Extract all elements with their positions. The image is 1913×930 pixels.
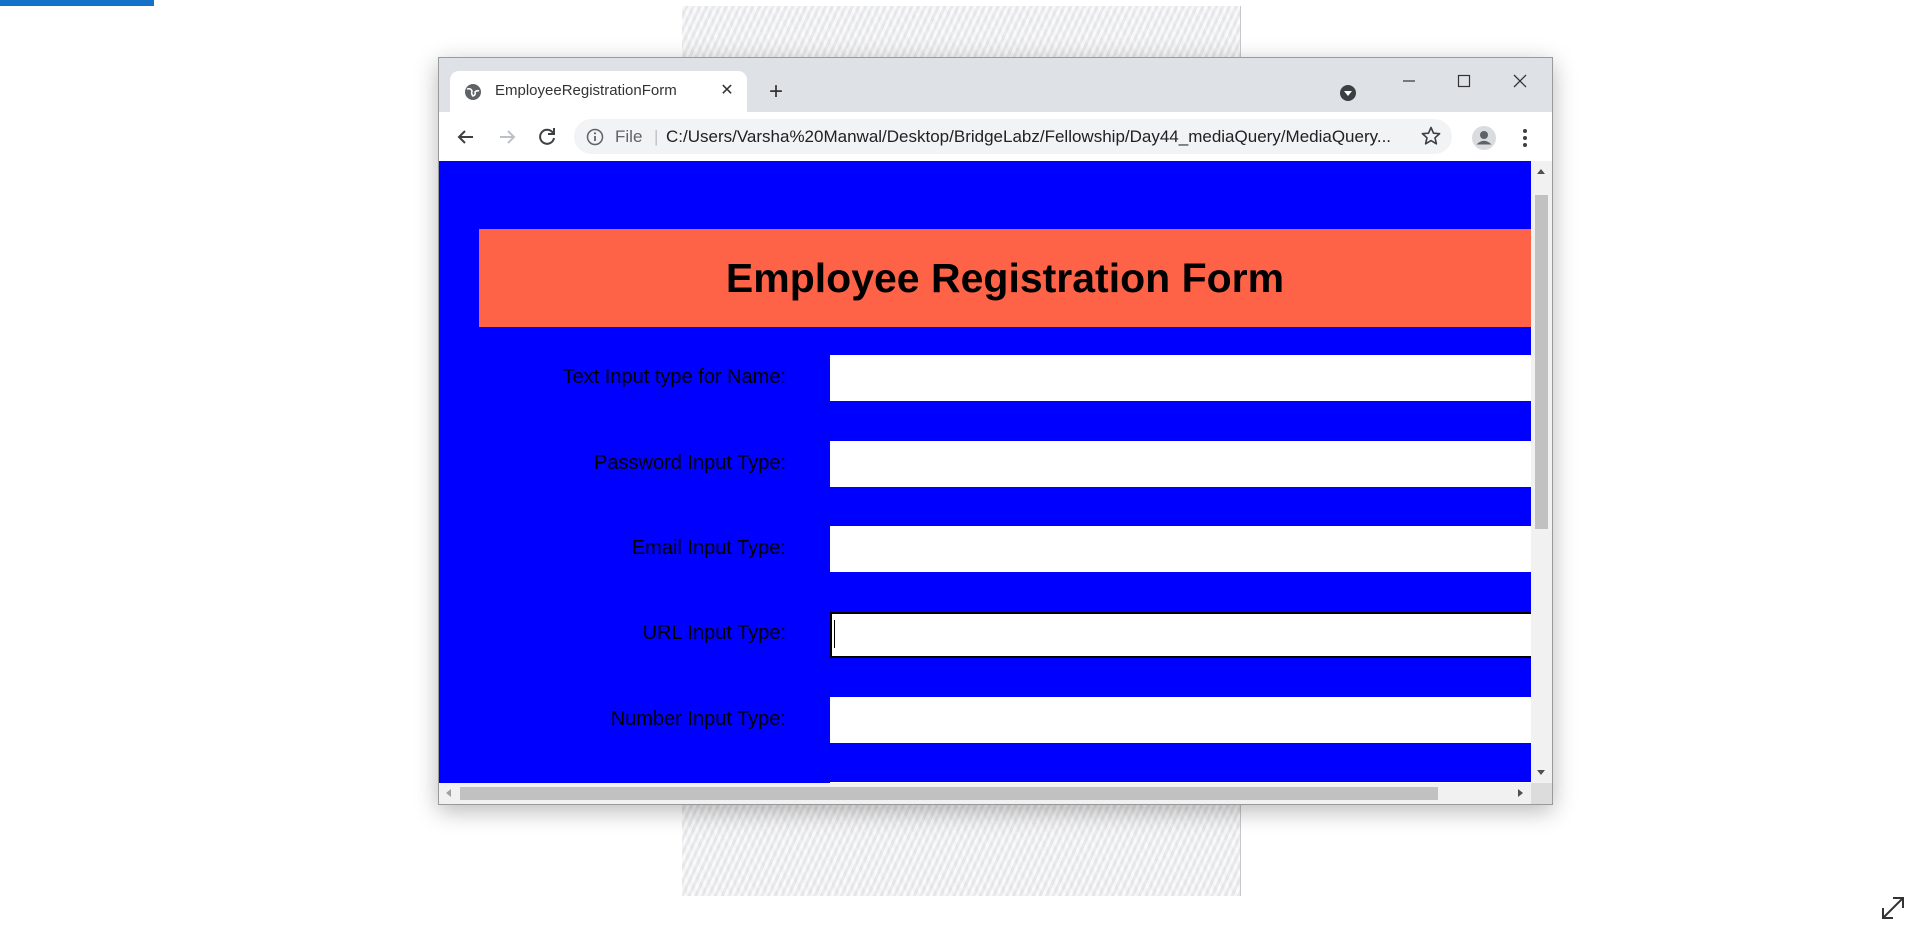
top-accent-bar — [0, 0, 154, 6]
maximize-icon[interactable] — [1444, 66, 1484, 96]
back-arrow-icon[interactable] — [453, 124, 479, 150]
form-header: Employee Registration Form — [479, 229, 1531, 327]
name-field-label: Text Input type for Name: — [562, 366, 786, 388]
page-viewport: Employee Registration Form Text Input ty… — [439, 161, 1531, 783]
number-field-label: Number Input Type: — [610, 708, 786, 730]
url-text[interactable]: C:/Users/Varsha%20Manwal/Desktop/BridgeL… — [666, 127, 1416, 147]
url-separator: | — [654, 127, 659, 146]
vertical-scroll-thumb[interactable] — [1535, 195, 1548, 529]
tab-close-icon[interactable]: ✕ — [717, 81, 737, 101]
new-tab-button[interactable]: + — [761, 78, 791, 108]
page-title: Employee Registration Form — [725, 255, 1285, 301]
reload-icon[interactable] — [534, 124, 560, 150]
password-input[interactable] — [830, 441, 1531, 487]
browser-window: EmployeeRegistrationForm ✕ + File | C:/U… — [438, 57, 1553, 805]
scroll-right-arrow-icon[interactable] — [1518, 789, 1523, 797]
profile-icon[interactable] — [1471, 125, 1497, 151]
scrollbar-corner — [1531, 783, 1552, 804]
horizontal-scroll-thumb[interactable] — [460, 787, 1438, 800]
forward-arrow-icon[interactable] — [494, 124, 520, 150]
expand-icon[interactable] — [1879, 894, 1907, 922]
scroll-up-arrow-icon[interactable] — [1537, 169, 1545, 174]
minimize-icon[interactable] — [1389, 66, 1429, 96]
browser-tab[interactable]: EmployeeRegistrationForm ✕ — [450, 71, 747, 112]
tab-strip: EmployeeRegistrationForm ✕ + — [439, 58, 1552, 112]
address-bar[interactable]: File | C:/Users/Varsha%20Manwal/Desktop/… — [574, 119, 1452, 154]
star-icon[interactable] — [1420, 125, 1442, 147]
scroll-left-arrow-icon[interactable] — [446, 789, 451, 797]
info-icon[interactable] — [586, 128, 604, 146]
number-input[interactable] — [830, 697, 1531, 743]
password-field-label: Password Input Type: — [594, 452, 786, 474]
url-input[interactable] — [830, 612, 1531, 658]
scroll-down-arrow-icon[interactable] — [1537, 770, 1545, 775]
tab-search-icon[interactable] — [1338, 83, 1358, 103]
horizontal-scrollbar[interactable] — [439, 783, 1531, 804]
email-input[interactable] — [830, 526, 1531, 572]
tab-title: EmployeeRegistrationForm — [495, 82, 677, 99]
close-window-icon[interactable] — [1500, 66, 1540, 96]
vertical-scrollbar[interactable] — [1531, 161, 1552, 783]
globe-icon — [465, 84, 481, 100]
browser-toolbar: File | C:/Users/Varsha%20Manwal/Desktop/… — [439, 112, 1552, 162]
text-caret — [834, 620, 835, 648]
url-field-label: URL Input Type: — [642, 622, 786, 644]
url-scheme-label: File — [615, 127, 643, 146]
name-input[interactable] — [830, 355, 1531, 401]
more-vertical-icon[interactable] — [1515, 125, 1535, 151]
email-field-label: Email Input Type: — [631, 537, 786, 559]
